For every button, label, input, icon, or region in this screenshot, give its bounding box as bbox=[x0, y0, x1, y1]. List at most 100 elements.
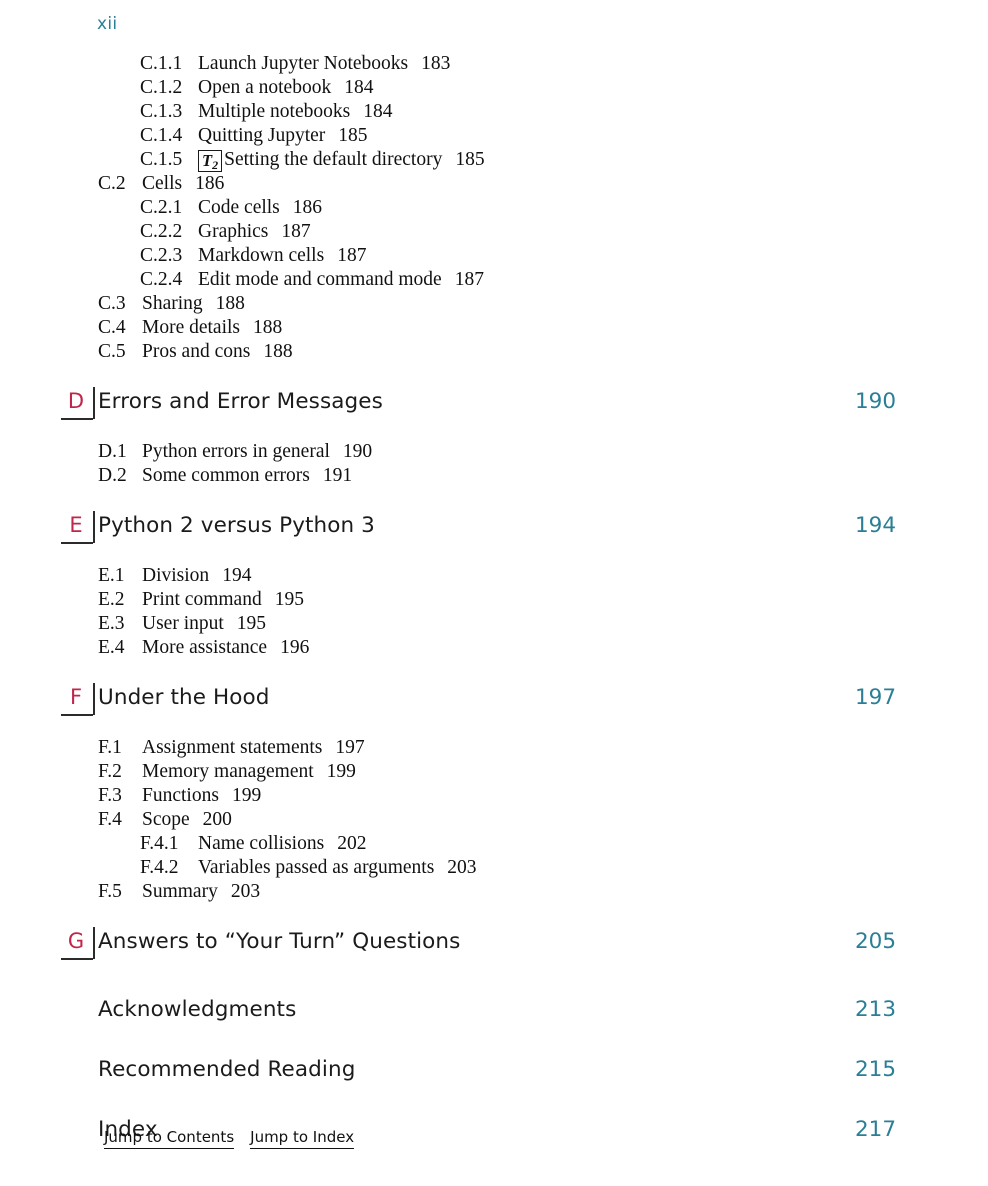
toc-entry[interactable]: C.1.5 T2 Setting the default directory 185 bbox=[0, 148, 988, 172]
toc-entry-number: F.4.1 bbox=[140, 833, 179, 854]
toc-entry-page-number: 187 bbox=[454, 269, 484, 290]
toc-entry[interactable]: E.4 More assistance 196 bbox=[0, 636, 988, 660]
toc-entry-number: E.1 bbox=[98, 565, 125, 586]
toc-entry-title: Variables passed as arguments bbox=[198, 857, 435, 878]
toc-entry[interactable]: D.1 Python errors in general 190 bbox=[0, 440, 988, 464]
toc-entry[interactable]: C.5 Pros and cons 188 bbox=[0, 340, 988, 364]
toc-entry[interactable]: F.2 Memory management 199 bbox=[0, 760, 988, 784]
toc-entry-number: D.2 bbox=[98, 465, 127, 486]
toc-entry-title: User input bbox=[142, 613, 224, 634]
toc-entry-page-number: 199 bbox=[326, 761, 356, 782]
chapter-page-number: 194 bbox=[855, 513, 897, 538]
toc-entry-number: C.1.4 bbox=[140, 125, 183, 146]
footer-links: Jump to Contents Jump to Index bbox=[104, 1128, 355, 1152]
toc-entry-title: Open a notebook bbox=[198, 77, 332, 98]
toc-entry[interactable]: E.2 Print command 195 bbox=[0, 588, 988, 612]
chapter-spacer bbox=[0, 904, 988, 926]
toc-entry-page-number: 195 bbox=[274, 589, 304, 610]
toc-entry-title: Multiple notebooks bbox=[198, 101, 351, 122]
toc-entry-page-number: 186 bbox=[195, 173, 225, 194]
tier2-badge-subscript: 2 bbox=[212, 158, 219, 172]
toc-entry[interactable]: F.5 Summary 203 bbox=[0, 880, 988, 904]
chapter-badge-vertical-rule bbox=[93, 683, 95, 715]
chapter-heading[interactable]: D Errors and Error Messages 190 bbox=[0, 386, 988, 432]
chapter-heading[interactable]: Acknowledgments 213 bbox=[0, 994, 988, 1040]
toc-entry[interactable]: C.2 Cells 186 bbox=[0, 172, 988, 196]
toc-entry[interactable]: F.4 Scope 200 bbox=[0, 808, 988, 832]
chapter-list: D Errors and Error Messages 190 D.1 Python e… bbox=[0, 386, 988, 994]
toc-entry[interactable]: C.2.1 Code cells 186 bbox=[0, 196, 988, 220]
toc-entry-title: Summary bbox=[142, 881, 218, 902]
toc-entry[interactable]: C.1.2 Open a notebook 184 bbox=[0, 76, 988, 100]
toc-entry-number: C.2.2 bbox=[140, 221, 183, 242]
toc-entry-title: Launch Jupyter Notebooks bbox=[198, 53, 409, 74]
toc-entry-title: Cells bbox=[142, 173, 183, 194]
toc-entry-number: C.3 bbox=[98, 293, 126, 314]
toc-entry-page-number: 194 bbox=[222, 565, 252, 586]
toc-entry-page-number: 185 bbox=[338, 125, 368, 146]
toc-entry[interactable]: E.1 Division 194 bbox=[0, 564, 988, 588]
chapter-letter-badge: E bbox=[61, 510, 99, 544]
toc-entry[interactable]: C.1.1 Launch Jupyter Notebooks 183 bbox=[0, 52, 988, 76]
toc-entry-number: C.1.3 bbox=[140, 101, 183, 122]
toc-entry[interactable]: C.4 More details 188 bbox=[0, 316, 988, 340]
toc-entry-page-number: 199 bbox=[231, 785, 262, 806]
toc-entry[interactable]: E.3 User input 195 bbox=[0, 612, 988, 636]
chapter-title: Answers to “Your Turn” Questions bbox=[98, 929, 461, 954]
jump-to-index-link[interactable]: Jump to Index bbox=[250, 1128, 355, 1149]
toc-entry-page-number: 191 bbox=[322, 465, 353, 486]
chapter-badge-vertical-rule bbox=[93, 927, 95, 959]
toc-entry[interactable]: C.2.3 Markdown cells 187 bbox=[0, 244, 988, 268]
toc-entry-title: More details bbox=[142, 317, 241, 338]
page-folio: xii bbox=[97, 14, 118, 34]
chapter-heading[interactable]: G Answers to “Your Turn” Questions 205 bbox=[0, 926, 988, 972]
toc-entry[interactable]: C.2.4 Edit mode and command mode 187 bbox=[0, 268, 988, 292]
toc-entry-page-number: 188 bbox=[253, 317, 283, 338]
toc-entry-number: E.4 bbox=[98, 637, 125, 658]
chapter-page-number: 197 bbox=[855, 685, 897, 710]
jump-to-contents-link[interactable]: Jump to Contents bbox=[104, 1128, 235, 1149]
toc-content: C.1.1 Launch Jupyter Notebooks 183 C.1.2 Ope… bbox=[0, 52, 988, 1174]
toc-entry[interactable]: D.2 Some common errors 191 bbox=[0, 464, 988, 488]
chapter-badge-horizontal-rule bbox=[61, 958, 93, 960]
toc-entry[interactable]: F.4.2 Variables passed as arguments 203 bbox=[0, 856, 988, 880]
toc-entry[interactable]: C.3 Sharing 188 bbox=[0, 292, 988, 316]
toc-entry[interactable]: C.1.4 Quitting Jupyter 185 bbox=[0, 124, 988, 148]
toc-entry-title: Scope bbox=[142, 809, 190, 830]
back-matter-spacer bbox=[0, 1100, 988, 1114]
chapter-letter: F bbox=[69, 685, 83, 709]
toc-entry[interactable]: F.3 Functions 199 bbox=[0, 784, 988, 808]
appendix-c-section-list: C.1.1 Launch Jupyter Notebooks 183 C.1.2 Ope… bbox=[0, 52, 988, 364]
chapter-badge-horizontal-rule bbox=[61, 714, 93, 716]
toc-entry-page-number: 203 bbox=[230, 881, 261, 902]
toc-entry-title: More assistance bbox=[142, 637, 268, 658]
chapter-heading[interactable]: F Under the Hood 197 bbox=[0, 682, 988, 728]
toc-entry-number: C.2.3 bbox=[140, 245, 183, 266]
chapter-spacer bbox=[0, 660, 988, 682]
toc-entry[interactable]: C.2.2 Graphics 187 bbox=[0, 220, 988, 244]
chapter-title: Acknowledgments bbox=[98, 997, 297, 1022]
toc-entry-title: Markdown cells bbox=[198, 245, 325, 266]
toc-entry[interactable]: C.1.3 Multiple notebooks 184 bbox=[0, 100, 988, 124]
toc-entry-page-number: 196 bbox=[280, 637, 310, 658]
toc-entry-number: C.2.4 bbox=[140, 269, 183, 290]
chapter-heading[interactable]: Recommended Reading 215 bbox=[0, 1054, 988, 1100]
toc-entry-page-number: 185 bbox=[455, 149, 485, 170]
chapter-page-number: 215 bbox=[855, 1057, 897, 1082]
chapter-heading[interactable]: E Python 2 versus Python 3 194 bbox=[0, 510, 988, 556]
chapter-sections-spacer bbox=[0, 556, 988, 564]
toc-page: xii C.1.1 Launch Jupyter Notebooks 183 C.1.… bbox=[0, 0, 988, 1186]
toc-entry[interactable]: F.1 Assignment statements 197 bbox=[0, 736, 988, 760]
chapter-title: Under the Hood bbox=[98, 685, 270, 710]
chapter-sections-spacer bbox=[0, 432, 988, 440]
tier2-badge-letter: T bbox=[202, 151, 213, 170]
chapter-title: Errors and Error Messages bbox=[98, 389, 383, 414]
chapter-letter: G bbox=[67, 929, 85, 953]
toc-entry-number: F.2 bbox=[98, 761, 122, 782]
toc-entry-page-number: 183 bbox=[421, 53, 451, 74]
toc-entry-number: F.4 bbox=[98, 809, 122, 830]
toc-entry-title: Assignment statements bbox=[142, 737, 323, 758]
toc-entry-page-number: 188 bbox=[263, 341, 293, 362]
toc-entry[interactable]: F.4.1 Name collisions 202 bbox=[0, 832, 988, 856]
